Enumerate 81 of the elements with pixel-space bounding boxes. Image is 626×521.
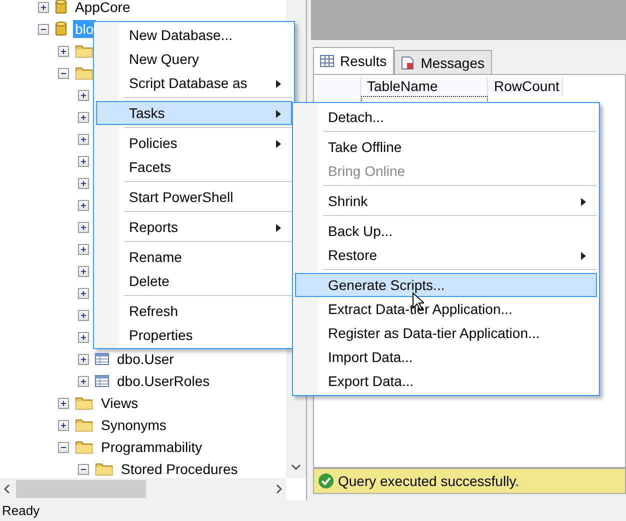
tree-item[interactable]: Programmability [99, 438, 204, 456]
grid-icon [320, 55, 334, 67]
expand-icon[interactable] [78, 376, 89, 386]
submenu-arrow-icon [276, 224, 281, 232]
collapse-icon[interactable] [38, 24, 49, 34]
menu-item[interactable]: Script Database as [96, 71, 292, 95]
document-icon [400, 56, 415, 70]
folder-icon [75, 440, 93, 454]
menu-item[interactable]: Import Data... [295, 345, 597, 369]
status-text: Ready [1, 502, 41, 520]
expand-icon[interactable] [78, 178, 89, 188]
expand-icon[interactable] [78, 354, 89, 364]
status-message: Query executed successfully. [338, 473, 520, 489]
folder-icon [95, 462, 113, 476]
folder-icon [75, 418, 93, 432]
database-icon [55, 0, 67, 15]
menu-item[interactable]: Policies [96, 131, 292, 155]
expand-icon[interactable] [78, 222, 89, 232]
scroll-left-icon[interactable] [4, 484, 10, 494]
expand-icon[interactable] [78, 112, 89, 122]
menu-item[interactable]: Register as Data-tier Application... [295, 321, 597, 345]
folder-icon [75, 396, 93, 410]
menu-item[interactable]: Restore [295, 243, 597, 267]
menu-item[interactable]: Refresh [96, 299, 292, 323]
table-icon [95, 375, 109, 387]
expand-icon[interactable] [58, 398, 69, 408]
expand-icon[interactable] [78, 200, 89, 210]
tree-item[interactable]: dbo.UserRoles [115, 372, 212, 390]
submenu-arrow-icon [276, 110, 281, 118]
column-header[interactable]: RowCount [488, 77, 563, 96]
menu-item[interactable]: Reports [96, 215, 292, 239]
submenu-arrow-icon [276, 140, 281, 148]
menu-item[interactable]: Properties [96, 323, 292, 347]
submenu-arrow-icon [581, 252, 586, 260]
expand-icon[interactable] [58, 420, 69, 430]
tree-item[interactable]: Stored Procedures [119, 460, 240, 478]
menu-item[interactable]: Extract Data-tier Application... [295, 297, 597, 321]
tree-item[interactable]: Synonyms [99, 416, 168, 434]
expand-icon[interactable] [78, 156, 89, 166]
expand-icon[interactable] [78, 244, 89, 254]
database-icon [55, 21, 67, 37]
expand-icon[interactable] [78, 288, 89, 298]
collapse-icon[interactable] [58, 68, 69, 78]
expand-icon[interactable] [78, 90, 89, 100]
menu-item[interactable]: Start PowerShell [96, 185, 292, 209]
scrollbar-thumb[interactable] [16, 480, 146, 498]
menu-item[interactable]: Tasks [96, 101, 292, 125]
submenu-arrow-icon [581, 198, 586, 206]
menu-item[interactable]: Rename [96, 245, 292, 269]
menu-item[interactable]: Back Up... [295, 219, 597, 243]
horizontal-scrollbar[interactable] [0, 478, 286, 500]
collapse-icon[interactable] [58, 442, 69, 452]
expand-icon[interactable] [58, 46, 69, 56]
submenu-arrow-icon [276, 80, 281, 88]
folder-icon [75, 66, 93, 80]
tree-item[interactable]: dbo.User [115, 350, 176, 368]
menu-item[interactable]: Generate Scripts... [295, 273, 597, 297]
menu-item[interactable]: Delete [96, 269, 292, 293]
tree-item[interactable]: Views [99, 394, 140, 412]
folder-icon [75, 44, 93, 58]
expand-icon[interactable] [78, 332, 89, 342]
scroll-right-icon[interactable] [276, 484, 282, 494]
menu-item[interactable]: Facets [96, 155, 292, 179]
tab[interactable]: Results [313, 47, 394, 74]
menu-item[interactable]: New Database... [96, 23, 292, 47]
scroll-down-icon[interactable] [291, 464, 301, 470]
tree-item[interactable]: AppCore [73, 0, 132, 16]
table-icon [95, 353, 109, 365]
expand-icon[interactable] [38, 2, 49, 12]
tab[interactable]: Messages [394, 50, 492, 74]
expand-icon[interactable] [78, 266, 89, 276]
menu-item[interactable]: Detach... [295, 105, 597, 129]
column-header[interactable]: TableName [361, 77, 488, 96]
menu-item[interactable]: Shrink [295, 189, 597, 213]
success-check-icon [318, 473, 334, 489]
expand-icon[interactable] [78, 310, 89, 320]
menu-item[interactable]: Take Offline [295, 135, 597, 159]
collapse-icon[interactable] [78, 464, 89, 474]
expand-icon[interactable] [78, 134, 89, 144]
menu-item[interactable]: New Query [96, 47, 292, 71]
menu-item[interactable]: Export Data... [295, 369, 597, 393]
